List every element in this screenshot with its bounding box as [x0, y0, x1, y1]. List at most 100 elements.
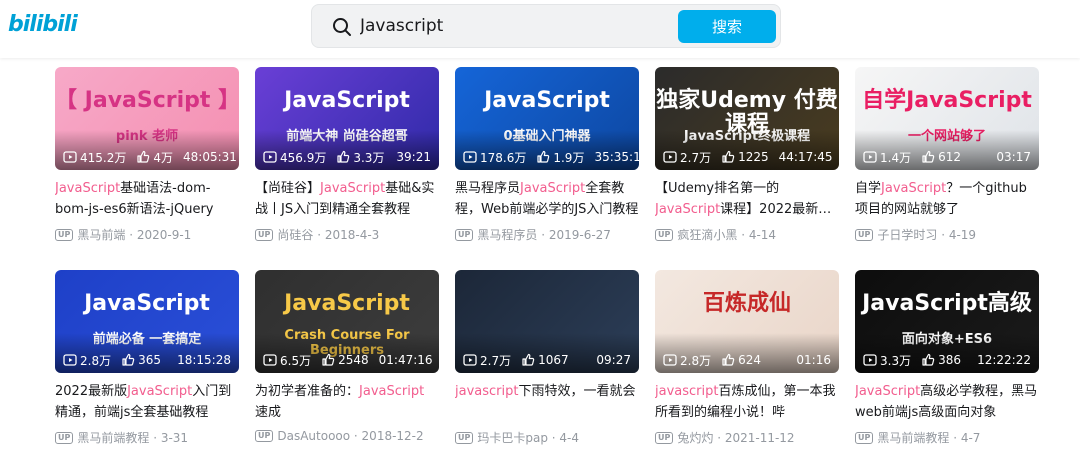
up-badge-icon: UP [55, 228, 74, 241]
video-thumbnail[interactable]: 2.7万 1067 09:27 [455, 270, 639, 373]
video-card[interactable]: JavaScript Crash Course For Beginners 6.… [255, 270, 439, 451]
thumbs-up-icon [522, 353, 535, 366]
thumbs-up-icon [722, 353, 735, 366]
video-title[interactable]: JavaScript基础语法-dom-bom-js-es6新语法-jQuery [55, 178, 239, 220]
video-title[interactable]: javascript百炼成仙，第一本我所看到的编程小说！哔 [655, 381, 839, 423]
play-count-icon [863, 354, 877, 366]
up-badge-icon: UP [655, 431, 674, 444]
video-card[interactable]: JavaScript 前端大神 尚硅谷超哥 456.9万 3.3万 39:21 … [255, 67, 439, 248]
thumbs-up-icon [537, 150, 550, 163]
thumbnail-title-text: JavaScript [284, 88, 410, 113]
video-card[interactable]: 自学JavaScript 一个网站够了 1.4万 612 03:17 自学Jav… [855, 67, 1039, 248]
video-grid: 【 JavaScript 】 pink 老师 415.2万 4万 48:05:3… [55, 67, 1040, 451]
play-count-icon [463, 151, 477, 163]
like-count: 1067 [521, 353, 569, 367]
video-stats: 2.8万 624 01:16 [663, 352, 831, 368]
video-title[interactable]: 【Udemy排名第一的JavaScript课程】2022最新完整JavaScri… [655, 178, 839, 220]
view-count: 6.5万 [263, 352, 311, 369]
thumbs-up-icon [122, 353, 135, 366]
video-duration: 09:27 [596, 353, 631, 367]
video-meta: UP 黑马程序员 · 2019-6-27 [455, 226, 639, 243]
thumbnail-title-text: JavaScript高级 [862, 291, 1032, 316]
video-meta: UP 玛卡巴卡pap · 4-4 [455, 429, 639, 446]
thumbs-up-icon [322, 353, 335, 366]
video-card[interactable]: 百炼成仙 2.8万 624 01:16 javascript百炼成仙，第一本我所… [655, 270, 839, 451]
video-thumbnail[interactable]: JavaScript高级 面向对象+ES6 3.3万 386 12:22:22 [855, 270, 1039, 373]
thumbnail-title-text: JavaScript [84, 291, 210, 316]
upload-date: 2019-6-27 [548, 227, 611, 242]
video-stats: 456.9万 3.3万 39:21 [263, 149, 431, 165]
video-stats: 6.5万 2548 01:47:16 [263, 352, 433, 369]
uploader-name[interactable]: 兔灼灼 [677, 429, 713, 446]
uploader-name[interactable]: 黑马前端教程 [77, 429, 149, 446]
uploader-name[interactable]: 黑马前端教程 [877, 429, 949, 446]
up-badge-icon: UP [855, 228, 874, 241]
video-thumbnail[interactable]: 独家Udemy 付费课程 JavaScript终极课程 2.7万 1225 44… [655, 67, 839, 170]
upload-date: 2018-12-2 [361, 429, 424, 443]
search-button[interactable]: 搜索 [678, 10, 776, 43]
video-meta: UP 疯狂滴小黑 · 4-14 [655, 226, 839, 243]
video-thumbnail[interactable]: JavaScript 前端大神 尚硅谷超哥 456.9万 3.3万 39:21 [255, 67, 439, 170]
video-title[interactable]: 【尚硅谷】JavaScript基础&实战丨JS入门到精通全套教程 [255, 178, 439, 220]
uploader-name[interactable]: 尚硅谷 [277, 226, 313, 243]
view-count: 3.3万 [863, 352, 911, 369]
video-thumbnail[interactable]: 自学JavaScript 一个网站够了 1.4万 612 03:17 [855, 67, 1039, 170]
video-thumbnail[interactable]: JavaScript 前端必备 一套搞定 2.8万 365 18:15:28 [55, 270, 239, 373]
play-count-icon [863, 151, 877, 163]
video-thumbnail[interactable]: 百炼成仙 2.8万 624 01:16 [655, 270, 839, 373]
upload-date: 2020-9-1 [136, 227, 192, 242]
video-duration: 12:22:22 [977, 353, 1031, 367]
like-count: 4万 [136, 149, 173, 166]
upload-date: 4-7 [960, 430, 981, 445]
video-stats: 2.7万 1225 44:17:45 [663, 149, 833, 165]
uploader-name[interactable]: DasAutoooo [277, 429, 350, 443]
view-count: 415.2万 [63, 149, 126, 166]
video-meta: UP 黑马前端教程 · 3-31 [55, 429, 239, 446]
video-meta: UP 黑马前端 · 2020-9-1 [55, 226, 239, 243]
thumbs-up-icon [137, 150, 150, 163]
video-card[interactable]: JavaScript 前端必备 一套搞定 2.8万 365 18:15:28 2… [55, 270, 239, 451]
like-count: 3.3万 [336, 149, 384, 166]
upload-date: 2018-4-3 [324, 227, 380, 242]
video-title[interactable]: 自学JavaScript？一个github项目的网站就够了 [855, 178, 1039, 220]
video-duration: 39:21 [396, 150, 431, 164]
video-stats: 2.7万 1067 09:27 [463, 352, 631, 368]
video-card[interactable]: JavaScript高级 面向对象+ES6 3.3万 386 12:22:22 … [855, 270, 1039, 451]
video-title[interactable]: 黑马程序员JavaScript全套教程，Web前端必学的JS入门教程 [455, 178, 639, 220]
bilibili-logo[interactable]: bilibili [8, 12, 78, 37]
up-badge-icon: UP [655, 228, 674, 241]
video-title[interactable]: JavaScript高级必学教程，黑马web前端js高级面向对象 [855, 381, 1039, 423]
like-count: 612 [921, 150, 961, 164]
video-meta: UP DasAutoooo · 2018-12-2 [255, 429, 439, 443]
like-count: 1.9万 [536, 149, 584, 166]
video-duration: 48:05:31 [183, 150, 237, 164]
video-title[interactable]: 2022最新版JavaScript入门到精通，前端js全套基础教程 [55, 381, 239, 423]
up-badge-icon: UP [255, 228, 274, 241]
video-title[interactable]: 为初学者准备的：JavaScript 速成 [255, 381, 439, 423]
view-count: 2.7万 [463, 352, 511, 369]
video-card[interactable]: 【 JavaScript 】 pink 老师 415.2万 4万 48:05:3… [55, 67, 239, 248]
view-count: 2.8万 [663, 352, 711, 369]
play-count-icon [663, 354, 677, 366]
like-count: 624 [721, 353, 761, 367]
play-count-icon [63, 354, 77, 366]
video-card[interactable]: 2.7万 1067 09:27 javascript下雨特效，一看就会 UP 玛… [455, 270, 639, 451]
video-stats: 178.6万 1.9万 35:35:18 [463, 149, 639, 166]
video-card[interactable]: JavaScript 0基础入门神器 178.6万 1.9万 35:35:18 … [455, 67, 639, 248]
video-thumbnail[interactable]: JavaScript 0基础入门神器 178.6万 1.9万 35:35:18 [455, 67, 639, 170]
uploader-name[interactable]: 玛卡巴卡pap [477, 429, 548, 446]
video-thumbnail[interactable]: JavaScript Crash Course For Beginners 6.… [255, 270, 439, 373]
view-count: 178.6万 [463, 149, 526, 166]
uploader-name[interactable]: 子日学时习 [877, 226, 937, 243]
uploader-name[interactable]: 疯狂滴小黑 [677, 226, 737, 243]
video-title[interactable]: javascript下雨特效，一看就会 [455, 381, 639, 423]
play-count-icon [63, 151, 77, 163]
thumbnail-title-text: 百炼成仙 [702, 291, 791, 316]
search-input[interactable] [360, 11, 670, 41]
video-stats: 415.2万 4万 48:05:31 [63, 149, 237, 166]
uploader-name[interactable]: 黑马前端 [77, 226, 125, 243]
video-thumbnail[interactable]: 【 JavaScript 】 pink 老师 415.2万 4万 48:05:3… [55, 67, 239, 170]
like-count: 365 [121, 353, 161, 367]
video-card[interactable]: 独家Udemy 付费课程 JavaScript终极课程 2.7万 1225 44… [655, 67, 839, 248]
uploader-name[interactable]: 黑马程序员 [477, 226, 537, 243]
